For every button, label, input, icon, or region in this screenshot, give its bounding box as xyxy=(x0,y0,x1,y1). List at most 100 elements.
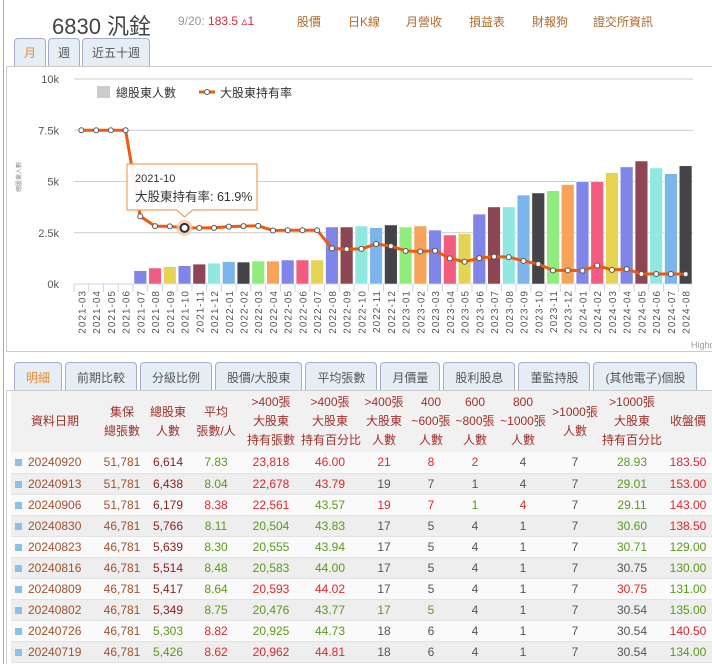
line-point-2021-12[interactable] xyxy=(211,224,218,231)
column-header[interactable]: >1000張 人數 xyxy=(549,391,601,452)
legend-line-label[interactable]: 大股東持有率 xyxy=(220,85,292,100)
bar-2022-06[interactable] xyxy=(295,259,310,285)
table-tab-2[interactable]: 分級比例 xyxy=(140,362,213,392)
line-point-2022-08[interactable] xyxy=(328,245,335,252)
highcharts-credit[interactable]: Highc xyxy=(691,340,712,350)
tab-month[interactable]: 月 xyxy=(14,38,47,66)
table-row[interactable]: 20240913 51,781 6,438 8.04 22,678 43.79 19 7 1 4 7… xyxy=(11,473,712,495)
line-point-2024-07[interactable] xyxy=(667,271,674,278)
table-tab-6[interactable]: 股利股息 xyxy=(443,362,516,392)
bar-2021-11[interactable] xyxy=(192,263,206,285)
bar-2022-01[interactable] xyxy=(222,261,236,285)
legend-bar-label[interactable]: 總股東人數 xyxy=(116,85,176,100)
line-point-2021-07[interactable] xyxy=(137,213,144,220)
table-tab-1[interactable]: 前期比較 xyxy=(65,362,138,392)
column-header[interactable]: >400張 大股東 持有百分比 xyxy=(301,391,361,452)
bar-2022-03[interactable] xyxy=(251,260,265,285)
tab-50-weeks[interactable]: 近五十週 xyxy=(82,38,151,66)
line-point-2023-02[interactable] xyxy=(417,248,424,255)
line-point-2024-05[interactable] xyxy=(638,271,645,278)
bar-2021-12[interactable] xyxy=(207,262,221,285)
bar-2024-06[interactable] xyxy=(649,167,663,285)
line-point-2022-05[interactable] xyxy=(284,227,291,234)
bar-2022-08[interactable] xyxy=(325,226,339,285)
bar-2022-05[interactable] xyxy=(281,259,295,285)
line-point-2021-09[interactable] xyxy=(166,223,173,230)
bar-2024-08[interactable] xyxy=(679,165,693,285)
bar-2021-07[interactable] xyxy=(133,270,147,285)
link-daily-k[interactable]: 日K線 xyxy=(348,13,380,30)
bar-2021-08[interactable] xyxy=(148,267,162,285)
bar-2023-01[interactable] xyxy=(399,226,413,285)
link-income-statement[interactable]: 損益表 xyxy=(469,13,505,30)
bar-2022-11[interactable] xyxy=(369,227,383,285)
column-header[interactable]: >400張 大股東 人數 xyxy=(359,391,409,452)
line-point-2023-07[interactable] xyxy=(491,253,498,260)
link-statementdog[interactable]: 財報狗 xyxy=(532,13,568,30)
column-header[interactable]: 600 ~800張 人數 xyxy=(453,391,497,452)
line-point-2022-01[interactable] xyxy=(225,223,232,230)
line-point-2024-06[interactable] xyxy=(653,271,660,278)
column-header[interactable]: 800 ~1000張 人數 xyxy=(497,391,549,452)
line-point-2023-08[interactable] xyxy=(505,254,512,261)
bar-2021-10[interactable] xyxy=(177,265,192,285)
column-header[interactable]: 收盤價 xyxy=(663,391,712,452)
line-point-2023-06[interactable] xyxy=(476,255,483,262)
bar-2023-08[interactable] xyxy=(502,206,516,285)
bar-2023-03[interactable] xyxy=(428,229,442,285)
table-row[interactable]: 20240802 46,781 5,349 8.75 20,476 43.77 17 5 4 1 7… xyxy=(11,599,712,621)
bar-2021-09[interactable] xyxy=(163,266,177,285)
column-header[interactable]: 400 ~600張 人數 xyxy=(409,391,453,452)
line-point-2022-02[interactable] xyxy=(240,223,247,230)
line-point-2024-01[interactable] xyxy=(579,267,586,274)
bar-2022-12[interactable] xyxy=(384,224,398,285)
column-header[interactable]: 集保 總張數 xyxy=(99,391,145,452)
link-stock-price[interactable]: 股價 xyxy=(297,13,321,30)
table-row[interactable]: 20240906 51,781 6,179 8.38 22,561 43.57 19 7 1 4 7… xyxy=(11,494,712,516)
line-point-2021-11[interactable] xyxy=(196,224,203,231)
table-row[interactable]: 20240920 51,781 6,614 7.83 23,818 46.00 21 8 2 4 7… xyxy=(11,452,712,474)
table-row[interactable]: 20240809 46,781 5,417 8.64 20,593 44.02 17 5 4 1 7… xyxy=(11,578,712,600)
table-row[interactable]: 20240823 46,781 5,639 8.30 20,555 43.94 17 5 4 1 7… xyxy=(11,536,712,558)
table-row[interactable]: 20240816 46,781 5,514 8.48 20,583 44.00 17 5 4 1 7… xyxy=(11,557,712,579)
bar-2024-07[interactable] xyxy=(664,173,678,285)
table-tab-4[interactable]: 平均張數 xyxy=(305,362,378,392)
bar-2022-04[interactable] xyxy=(266,260,280,285)
tab-week[interactable]: 週 xyxy=(48,38,81,66)
line-point-2022-07[interactable] xyxy=(314,227,321,234)
line-point-2021-08[interactable] xyxy=(152,223,159,230)
table-tab-8[interactable]: (其他電子)個股 xyxy=(593,362,698,392)
line-point-2024-04[interactable] xyxy=(623,266,630,273)
bar-2022-09[interactable] xyxy=(340,226,354,285)
bar-2022-07[interactable] xyxy=(310,259,324,285)
bar-2022-10[interactable] xyxy=(354,225,368,285)
table-row[interactable]: 20240719 46,781 5,426 8.62 20,962 44.81 18 6 4 1 7… xyxy=(11,641,712,663)
line-point-2024-03[interactable] xyxy=(608,266,615,273)
line-point-2023-09[interactable] xyxy=(520,257,527,264)
line-point-2021-10[interactable] xyxy=(179,222,190,233)
table-row[interactable]: 20240830 46,781 5,766 8.11 20,504 43.83 17 5 4 1 7… xyxy=(11,515,712,537)
line-point-2021-05[interactable] xyxy=(107,127,114,134)
column-header[interactable]: 總股東 人數 xyxy=(145,391,191,452)
bar-2023-06[interactable] xyxy=(472,213,486,285)
table-tab-7[interactable]: 董監持股 xyxy=(518,362,591,392)
line-point-2021-06[interactable] xyxy=(122,127,129,134)
table-tab-5[interactable]: 月價量 xyxy=(380,362,441,392)
bar-2022-02[interactable] xyxy=(236,261,251,285)
line-point-2021-04[interactable] xyxy=(93,127,100,134)
bar-2024-05[interactable] xyxy=(634,160,649,285)
bar-2023-02[interactable] xyxy=(413,225,427,285)
line-point-2022-11[interactable] xyxy=(373,241,380,248)
line-point-2023-12[interactable] xyxy=(564,267,571,274)
line-point-2022-09[interactable] xyxy=(343,246,350,253)
column-header[interactable]: 資料日期 xyxy=(11,391,99,452)
line-point-2023-01[interactable] xyxy=(402,247,409,254)
line-point-2022-03[interactable] xyxy=(255,222,262,229)
line-point-2023-11[interactable] xyxy=(549,267,556,274)
line-point-2022-12[interactable] xyxy=(387,243,394,250)
line-point-2023-05[interactable] xyxy=(461,258,468,265)
line-point-2024-08[interactable] xyxy=(682,271,689,278)
bar-2023-09[interactable] xyxy=(516,194,531,285)
link-monthly-revenue[interactable]: 月營收 xyxy=(406,13,442,30)
column-header[interactable]: >400張 大股東 持有張數 xyxy=(241,391,301,452)
